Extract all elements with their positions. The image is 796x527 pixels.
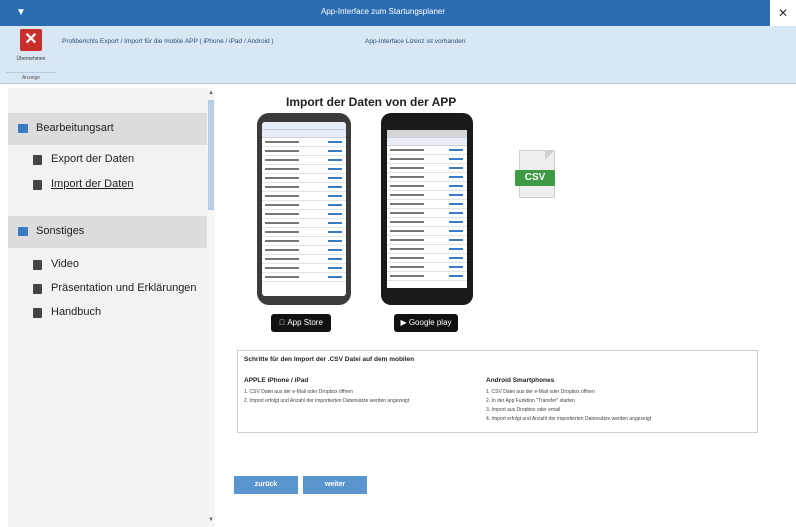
scroll-down-icon[interactable]: ▼ xyxy=(208,517,214,523)
folder-icon xyxy=(18,227,28,236)
page-title: Import der Daten von der APP xyxy=(286,95,457,109)
iphone-screen xyxy=(262,122,346,296)
android-phone-image xyxy=(381,113,473,305)
title-bar: ▼ App-Interface zum Startungsplaner ✕ xyxy=(0,0,796,26)
document-icon xyxy=(33,284,42,294)
play-icon: ▶ xyxy=(400,318,409,327)
sidebar-item-export[interactable]: Export der Daten xyxy=(33,152,213,170)
ribbon-group-label: Anzeige xyxy=(6,72,56,82)
section-sonstiges[interactable]: Sonstiges xyxy=(8,216,208,248)
csv-label: CSV xyxy=(515,170,555,186)
section-bearbeitungsart[interactable]: Bearbeitungsart xyxy=(8,113,208,145)
sidebar-item-label: Export der Daten xyxy=(51,153,135,165)
document-icon xyxy=(33,308,42,318)
sidebar-item-label: Handbuch xyxy=(51,306,102,318)
android-screen xyxy=(387,130,467,288)
android-step: 1. CSV Datei aus der e-Mail oder Dropbox… xyxy=(486,389,595,395)
app-store-label: App Store xyxy=(283,318,323,327)
section-label: Sonstiges xyxy=(36,225,85,237)
sidebar-item-praesentation[interactable]: Präsentation und Erklärungen xyxy=(33,281,213,299)
ribbon: ✕ Übernehmen Anzeige Profiberichts Expor… xyxy=(0,26,796,84)
sidebar: Bearbeitungsart Export der Daten Import … xyxy=(8,88,215,527)
sidebar-item-import[interactable]: Import der Daten xyxy=(33,177,213,195)
sidebar-item-handbuch[interactable]: Handbuch xyxy=(33,305,213,323)
android-steps-title: Android Smartphones xyxy=(486,377,555,384)
back-button[interactable]: zurück xyxy=(234,476,298,494)
uebernehmen-label: Übernehmen xyxy=(16,56,46,62)
sidebar-item-label: Import der Daten xyxy=(51,178,134,190)
document-icon xyxy=(33,260,42,270)
ribbon-info-text: Profiberichts Export / Import für die mo… xyxy=(62,38,274,45)
main-content: Import der Daten von der APP  App Store… xyxy=(218,88,796,527)
section-label: Bearbeitungsart xyxy=(36,122,114,134)
sidebar-item-video[interactable]: Video xyxy=(33,257,213,275)
android-step: 4. Import erfolgt und Anzahl der importi… xyxy=(486,416,652,422)
next-button[interactable]: weiter xyxy=(303,476,367,494)
document-icon xyxy=(33,180,42,190)
apple-step: 2. Import erfolgt und Anzahl der importi… xyxy=(244,398,410,404)
google-play-label: Google play xyxy=(408,318,452,327)
document-icon xyxy=(33,155,42,165)
sidebar-item-label: Video xyxy=(51,258,79,270)
steps-heading: Schritte für den Import der .CSV Datei a… xyxy=(244,356,415,363)
scroll-up-icon[interactable]: ▲ xyxy=(208,90,214,96)
sidebar-scrollbar[interactable]: ▲ ▼ xyxy=(207,88,215,527)
android-step: 3. Import aus Dropbox oder email xyxy=(486,407,561,413)
uebernehmen-button[interactable]: ✕ Übernehmen xyxy=(10,29,52,71)
scrollbar-thumb[interactable] xyxy=(208,100,214,210)
android-step: 2. In der App Funktion "Transfer" starte… xyxy=(486,398,575,404)
apple-steps-title: APPLE iPhone / iPad xyxy=(244,377,309,384)
close-icon: ✕ xyxy=(20,29,42,51)
apple-step: 1. CSV Datei aus der e-Mail oder Dropbox… xyxy=(244,389,353,395)
iphone-image xyxy=(257,113,351,305)
license-status-text: App-Interface Lizenz ist vorhanden xyxy=(365,38,466,45)
folder-icon xyxy=(18,124,28,133)
sidebar-item-label: Präsentation und Erklärungen xyxy=(51,282,197,294)
window-title: App-Interface zum Startungsplaner xyxy=(320,7,446,16)
window-close-button[interactable]: ✕ xyxy=(770,0,796,26)
csv-file-icon: CSV xyxy=(515,150,563,202)
google-play-badge[interactable]: ▶ Google play xyxy=(394,314,458,332)
app-store-badge[interactable]:  App Store xyxy=(271,314,331,332)
import-steps-box: Schritte für den Import der .CSV Datei a… xyxy=(237,350,758,433)
